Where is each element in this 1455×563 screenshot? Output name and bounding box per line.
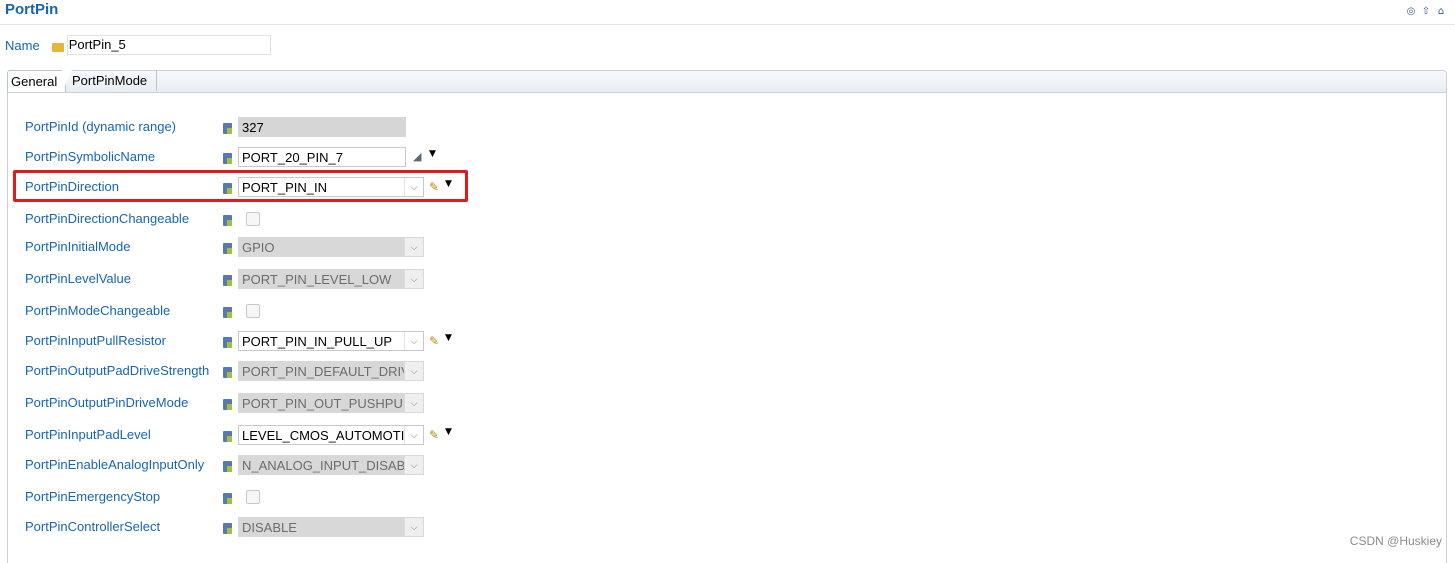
header-toolbar: ◎ ⇧ ⌂ (1405, 6, 1447, 18)
param-value: PORT_PIN_DEFAULT_DRIVER (242, 364, 424, 379)
tab-general[interactable]: General (7, 70, 66, 92)
param-label: PortPinModeChangeable (25, 303, 171, 318)
header-divider (0, 24, 1455, 25)
param-row: PortPinInputPullResistor PORT_PIN_IN_PULL… (8, 331, 608, 355)
param-row: PortPinControllerSelect DISABLE ⌵ (8, 517, 608, 541)
param-label: PortPinDirectionChangeable (25, 211, 190, 226)
up-arrow-icon[interactable]: ⇧ (1420, 6, 1432, 18)
param-checkbox[interactable] (246, 490, 260, 504)
page-title: PortPin (5, 1, 59, 18)
param-input: 327 (238, 117, 406, 137)
tab-portpinmode[interactable]: PortPinMode (69, 70, 157, 91)
param-input[interactable]: PORT_20_PIN_7 (238, 147, 406, 167)
param-row: PortPinLevelValue PORT_PIN_LEVEL_LOW ⌵ (8, 269, 608, 293)
param-value: DISABLE (242, 520, 297, 535)
param-type-icon (223, 123, 232, 134)
param-type-icon (223, 367, 232, 378)
param-type-icon (223, 523, 232, 534)
chevron-down-icon: ⌵ (404, 362, 423, 380)
param-label: PortPinEnableAnalogInputOnly (25, 457, 205, 472)
param-row: PortPinEnableAnalogInputOnly N_ANALOG_INP… (8, 455, 608, 479)
param-type-icon (223, 461, 232, 472)
menu-arrow-icon[interactable]: ▼ (445, 333, 452, 343)
param-type-icon (223, 307, 232, 318)
param-value: N_ANALOG_INPUT_DISABLE (242, 458, 422, 473)
param-type-icon (223, 215, 232, 226)
param-select: PORT_PIN_DEFAULT_DRIVER ⌵ (238, 361, 424, 381)
tab-bar: General PortPinMode (7, 70, 1447, 92)
param-type-icon (223, 243, 232, 254)
param-row: PortPinSymbolicName PORT_20_PIN_7 ◢ ▼ (8, 147, 608, 171)
param-row: PortPinInitialMode GPIO ⌵ (8, 237, 608, 261)
param-value: PORT_20_PIN_7 (242, 150, 343, 165)
param-value: PORT_PIN_OUT_PUSHPULL (242, 396, 418, 411)
param-label: PortPinSymbolicName (25, 149, 156, 164)
param-select[interactable]: LEVEL_CMOS_AUTOMOTIVE ⌵ (238, 425, 424, 445)
param-checkbox[interactable] (246, 304, 260, 318)
param-label: PortPinControllerSelect (25, 519, 161, 534)
chevron-down-icon[interactable]: ⌵ (404, 332, 423, 350)
param-row: PortPinDirectionChangeable (8, 209, 608, 233)
param-row: PortPinEmergencyStop (8, 487, 608, 511)
param-select[interactable]: PORT_PIN_IN_PULL_UP ⌵ (238, 331, 424, 351)
param-type-icon (223, 493, 232, 504)
menu-arrow-icon[interactable]: ▼ (445, 427, 452, 437)
param-select: PORT_PIN_OUT_PUSHPULL ⌵ (238, 393, 424, 413)
param-label: PortPinInputPullResistor (25, 333, 166, 348)
name-label: Name (5, 37, 40, 53)
param-label: PortPinId (dynamic range) (25, 119, 177, 134)
param-row: PortPinOutputPinDriveMode PORT_PIN_OUT_PU… (8, 393, 608, 417)
chevron-down-icon: ⌵ (404, 394, 423, 412)
param-value: GPIO (242, 240, 275, 255)
pencil-icon[interactable]: ✎ (429, 428, 439, 442)
param-type-icon (223, 153, 232, 164)
chevron-down-icon: ⌵ (404, 456, 423, 474)
param-label: PortPinInitialMode (25, 239, 131, 254)
name-row: Name PortPin_5 (5, 35, 271, 55)
param-type-icon (223, 337, 232, 348)
param-select: DISABLE ⌵ (238, 517, 424, 537)
param-row: PortPinOutputPadDriveStrength PORT_PIN_DE… (8, 361, 608, 385)
param-label: PortPinInputPadLevel (25, 427, 151, 442)
param-select: GPIO ⌵ (238, 237, 424, 257)
pencil-icon[interactable]: ✎ (429, 334, 439, 348)
globe-icon[interactable]: ◎ (1405, 6, 1417, 18)
param-label: PortPinOutputPadDriveStrength (25, 363, 210, 378)
param-type-icon (223, 275, 232, 286)
param-select: PORT_PIN_LEVEL_LOW ⌵ (238, 269, 424, 289)
param-row: PortPinModeChangeable (8, 301, 608, 325)
chevron-down-icon[interactable]: ⌵ (404, 426, 423, 444)
param-value: PORT_PIN_IN_PULL_UP (242, 334, 393, 349)
param-label: PortPinOutputPinDriveMode (25, 395, 189, 410)
param-value: LEVEL_CMOS_AUTOMOTIVE (242, 428, 422, 443)
param-type-icon (223, 431, 232, 442)
editor-header: PortPin ◎ ⇧ ⌂ (0, 0, 1455, 26)
param-value: 327 (242, 120, 264, 135)
param-row: PortPinId (dynamic range) 327 (8, 117, 608, 141)
general-panel: PortPinId (dynamic range) 327 PortPinSymbo… (7, 92, 1447, 563)
watermark: CSDN @Huskiey (1349, 534, 1442, 548)
param-select: N_ANALOG_INPUT_DISABLE ⌵ (238, 455, 424, 475)
folder-icon (51, 42, 64, 52)
param-type-icon (223, 399, 232, 410)
param-checkbox[interactable] (246, 212, 260, 226)
symbolic-name-icon[interactable]: ◢ (413, 150, 421, 163)
highlight-box (13, 170, 468, 202)
menu-arrow-icon[interactable]: ▼ (429, 149, 436, 159)
name-input[interactable]: PortPin_5 (66, 35, 271, 55)
home-icon[interactable]: ⌂ (1435, 6, 1447, 18)
param-label: PortPinEmergencyStop (25, 489, 161, 504)
param-row: PortPinInputPadLevel LEVEL_CMOS_AUTOMOTIV… (8, 425, 608, 449)
param-value: PORT_PIN_LEVEL_LOW (242, 272, 392, 287)
chevron-down-icon: ⌵ (404, 270, 423, 288)
chevron-down-icon: ⌵ (404, 518, 423, 536)
param-label: PortPinLevelValue (25, 271, 131, 286)
chevron-down-icon: ⌵ (404, 238, 423, 256)
tab-bar-background (64, 70, 1447, 92)
